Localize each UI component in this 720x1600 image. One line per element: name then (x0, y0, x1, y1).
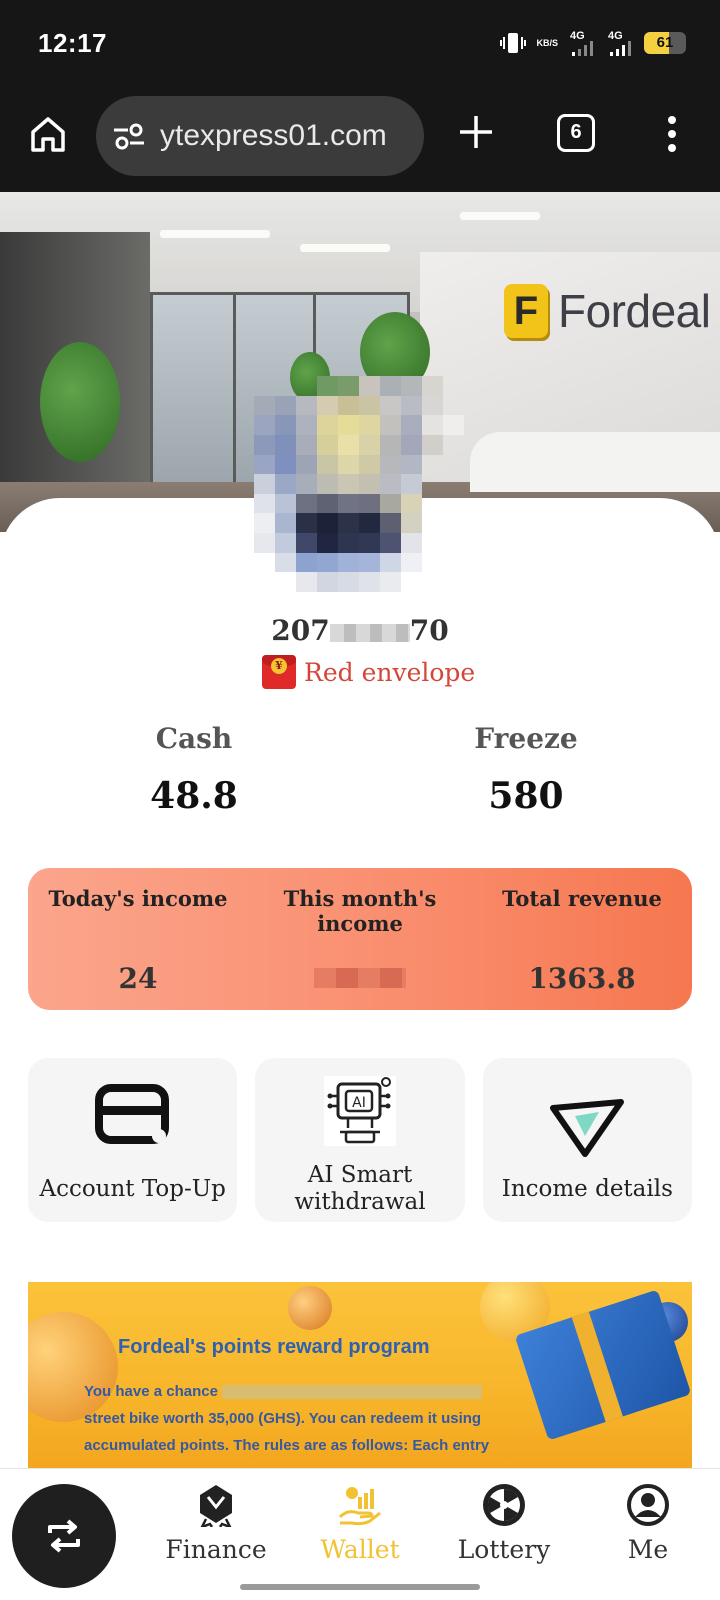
vibrate-icon (500, 33, 527, 53)
plus-icon[interactable] (456, 112, 496, 152)
credit-card-icon (94, 1084, 169, 1144)
promo-text: You have a chance street bike worth 35,0… (84, 1383, 490, 1454)
tab-switcher-icon[interactable]: 6 (557, 114, 595, 152)
red-envelope-icon (262, 655, 296, 689)
status-bar: 12:17 KB/S 4G 4G 61 (0, 0, 720, 92)
svg-text:AI: AI (352, 1095, 366, 1111)
signal-1: 4G (568, 30, 596, 56)
nav-finance[interactable]: Finance (144, 1481, 288, 1564)
cash-balance: Cash 48.8 (150, 722, 238, 817)
signal-bars-icon (610, 41, 631, 56)
url-text[interactable]: ytexpress01.com (160, 119, 387, 153)
masked-digits (329, 623, 410, 642)
red-envelope-label[interactable]: Red envelope (304, 658, 475, 687)
total-revenue: Total revenue 1363.8 (502, 886, 662, 995)
account-topup-button[interactable]: Account Top-Up (28, 1058, 238, 1222)
points-reward-banner[interactable]: Fordeal's points reward program You have… (28, 1282, 692, 1468)
income-panel: Today's income 24 This month's income To… (28, 868, 692, 1010)
triangle-arrow-icon (550, 1099, 625, 1157)
nav-wallet[interactable]: Wallet (288, 1481, 432, 1564)
tune-icon[interactable] (112, 121, 146, 151)
masked-value (314, 968, 406, 988)
nav-me[interactable]: Me (576, 1481, 720, 1564)
red-envelope-link[interactable]: Red envelope (262, 655, 475, 689)
clock: 12:17 (38, 28, 107, 58)
freeze-balance: Freeze 580 (474, 722, 578, 817)
today-income: Today's income 24 (48, 886, 228, 995)
user-circle-icon (627, 1484, 669, 1526)
medal-icon (200, 1485, 232, 1527)
system-indicators: KB/S 4G 4G 61 (500, 30, 686, 56)
ai-computer-icon: AI (323, 1076, 396, 1146)
more-vert-icon[interactable] (664, 114, 680, 154)
home-icon[interactable] (28, 114, 68, 154)
hand-money-icon (338, 1487, 381, 1526)
ai-smart-withdrawal-button[interactable]: AI AI Smart withdrawal (255, 1058, 465, 1222)
avatar[interactable] (254, 376, 464, 592)
browser-toolbar: ytexpress01.com 6 (0, 92, 720, 192)
gesture-bar[interactable] (240, 1584, 480, 1590)
fordeal-logo: F Fordeal (504, 284, 711, 338)
network-speed: KB/S (536, 38, 558, 48)
swap-icon (48, 1519, 80, 1553)
income-details-button[interactable]: Income details (482, 1058, 692, 1222)
address-bar[interactable]: ytexpress01.com (96, 96, 424, 176)
signal-2: 4G (606, 30, 634, 56)
nav-lottery[interactable]: Lottery (432, 1481, 576, 1564)
masked-text (222, 1385, 483, 1400)
battery-icon: 61 (644, 32, 686, 54)
floating-swap-button[interactable] (12, 1484, 116, 1588)
signal-bars-icon (572, 41, 593, 56)
user-id: 207 70 (271, 614, 449, 647)
action-tiles: Account Top-Up AI AI Smart withdrawal In… (28, 1058, 692, 1222)
wheel-icon (483, 1484, 525, 1526)
month-income: This month's income (250, 886, 470, 988)
